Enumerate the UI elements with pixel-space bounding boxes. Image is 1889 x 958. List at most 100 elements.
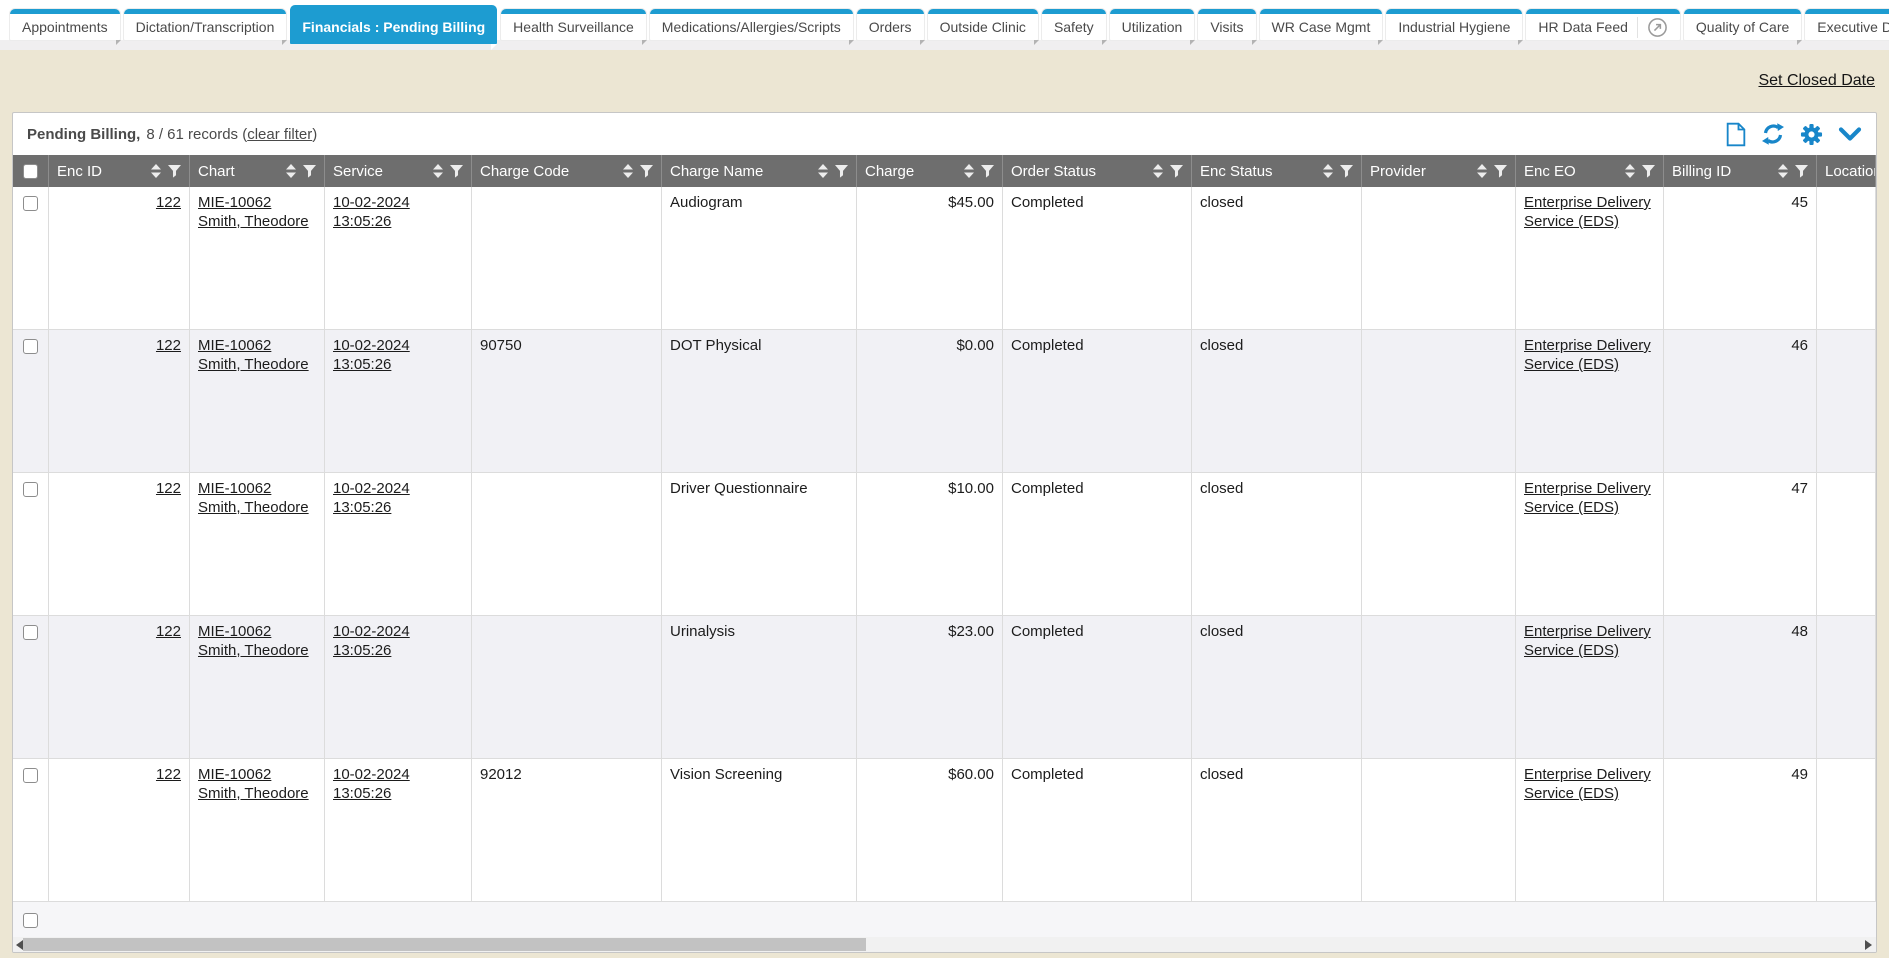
- enc-eo-link[interactable]: Enterprise Delivery: [1524, 623, 1655, 642]
- service-time-link[interactable]: 13:05:26: [333, 642, 463, 661]
- scroll-left-arrow-icon[interactable]: [16, 940, 23, 950]
- sort-icon[interactable]: [1778, 164, 1788, 178]
- enc-eo-link[interactable]: Service (EDS): [1524, 356, 1655, 375]
- chart-name-link[interactable]: Smith, Theodore: [198, 785, 316, 804]
- tab-safety[interactable]: Safety: [1042, 9, 1106, 40]
- filter-icon[interactable]: [1494, 165, 1507, 178]
- tab-outside-clinic[interactable]: Outside Clinic: [928, 9, 1038, 40]
- filter-icon[interactable]: [640, 165, 653, 178]
- sort-icon[interactable]: [1153, 164, 1163, 178]
- sort-icon[interactable]: [433, 164, 443, 178]
- tab-quality-of-care[interactable]: Quality of Care: [1684, 9, 1801, 40]
- column-header-billing-id[interactable]: Billing ID: [1664, 155, 1817, 187]
- new-document-icon[interactable]: [1726, 122, 1746, 147]
- tab-medications-allergies-scripts[interactable]: Medications/Allergies/Scripts: [650, 9, 853, 40]
- horizontal-scrollbar[interactable]: [13, 937, 1876, 952]
- column-header-enc-eo[interactable]: Enc EO: [1516, 155, 1664, 187]
- enc-eo-link[interactable]: Service (EDS): [1524, 785, 1655, 804]
- chart-id-link[interactable]: MIE-10062: [198, 194, 316, 213]
- filter-icon[interactable]: [981, 165, 994, 178]
- column-header-charge[interactable]: Charge: [857, 155, 1003, 187]
- tab-utilization[interactable]: Utilization: [1110, 9, 1195, 40]
- chart-id-link[interactable]: MIE-10062: [198, 766, 316, 785]
- chart-name-link[interactable]: Smith, Theodore: [198, 213, 316, 232]
- chart-id-link[interactable]: MIE-10062: [198, 480, 316, 499]
- enc-eo-link[interactable]: Service (EDS): [1524, 499, 1655, 518]
- enc-eo-link[interactable]: Enterprise Delivery: [1524, 766, 1655, 785]
- enc-eo-link[interactable]: Enterprise Delivery: [1524, 194, 1655, 213]
- sort-icon[interactable]: [1323, 164, 1333, 178]
- service-date-link[interactable]: 10-02-2024: [333, 766, 463, 785]
- refresh-icon[interactable]: [1761, 122, 1785, 146]
- set-closed-date-link[interactable]: Set Closed Date: [1758, 72, 1875, 90]
- column-header-enc-id[interactable]: Enc ID: [49, 155, 190, 187]
- tab-financials-pending-billing[interactable]: Financials : Pending Billing: [290, 5, 497, 44]
- enc-id-link[interactable]: 122: [156, 766, 181, 783]
- sort-icon[interactable]: [151, 164, 161, 178]
- filter-icon[interactable]: [1170, 165, 1183, 178]
- enc-id-link[interactable]: 122: [156, 194, 181, 211]
- filter-icon[interactable]: [1795, 165, 1808, 178]
- row-checkbox[interactable]: [23, 339, 38, 354]
- enc-eo-link[interactable]: Service (EDS): [1524, 213, 1655, 232]
- chart-id-link[interactable]: MIE-10062: [198, 623, 316, 642]
- select-all-checkbox[interactable]: [23, 164, 38, 179]
- tab-hr-data-feed[interactable]: HR Data Feed: [1526, 9, 1679, 40]
- column-header-location[interactable]: Location: [1817, 155, 1876, 187]
- service-time-link[interactable]: 13:05:26: [333, 213, 463, 232]
- chart-name-link[interactable]: Smith, Theodore: [198, 356, 316, 375]
- tab-health-surveillance[interactable]: Health Surveillance: [501, 9, 646, 40]
- service-time-link[interactable]: 13:05:26: [333, 499, 463, 518]
- column-header-charge-name[interactable]: Charge Name: [662, 155, 857, 187]
- service-date-link[interactable]: 10-02-2024: [333, 337, 463, 356]
- filter-icon[interactable]: [1642, 165, 1655, 178]
- service-date-link[interactable]: 10-02-2024: [333, 194, 463, 213]
- tab-visits[interactable]: Visits: [1198, 9, 1255, 40]
- filter-icon[interactable]: [303, 165, 316, 178]
- enc-id-link[interactable]: 122: [156, 337, 181, 354]
- scroll-right-arrow-icon[interactable]: [1865, 940, 1872, 950]
- filter-icon[interactable]: [168, 165, 181, 178]
- tab-appointments[interactable]: Appointments: [10, 9, 120, 40]
- tab-executive-das[interactable]: Executive Das: [1805, 9, 1889, 40]
- sort-icon[interactable]: [623, 164, 633, 178]
- sort-icon[interactable]: [1625, 164, 1635, 178]
- column-header-service[interactable]: Service: [325, 155, 472, 187]
- service-date-link[interactable]: 10-02-2024: [333, 623, 463, 642]
- row-checkbox[interactable]: [23, 482, 38, 497]
- row-checkbox[interactable]: [23, 768, 38, 783]
- filter-icon[interactable]: [450, 165, 463, 178]
- column-header-chart[interactable]: Chart: [190, 155, 325, 187]
- column-header-charge-code[interactable]: Charge Code: [472, 155, 662, 187]
- filter-icon[interactable]: [1340, 165, 1353, 178]
- scrollbar-thumb[interactable]: [23, 938, 866, 951]
- enc-eo-link[interactable]: Enterprise Delivery: [1524, 337, 1655, 356]
- service-time-link[interactable]: 13:05:26: [333, 356, 463, 375]
- sort-icon[interactable]: [1477, 164, 1487, 178]
- service-time-link[interactable]: 13:05:26: [333, 785, 463, 804]
- sort-icon[interactable]: [286, 164, 296, 178]
- sort-icon[interactable]: [964, 164, 974, 178]
- gear-icon[interactable]: [1800, 123, 1823, 146]
- tab-orders[interactable]: Orders: [857, 9, 924, 40]
- row-checkbox[interactable]: [23, 196, 38, 211]
- column-header-enc-status[interactable]: Enc Status: [1192, 155, 1362, 187]
- enc-id-link[interactable]: 122: [156, 480, 181, 497]
- row-checkbox[interactable]: [23, 625, 38, 640]
- footer-checkbox[interactable]: [23, 913, 38, 928]
- sort-icon[interactable]: [818, 164, 828, 178]
- clear-filter-link[interactable]: clear filter: [247, 126, 312, 143]
- service-date-link[interactable]: 10-02-2024: [333, 480, 463, 499]
- chart-id-link[interactable]: MIE-10062: [198, 337, 316, 356]
- column-header-provider[interactable]: Provider: [1362, 155, 1516, 187]
- chart-name-link[interactable]: Smith, Theodore: [198, 499, 316, 518]
- column-header-order-status[interactable]: Order Status: [1003, 155, 1192, 187]
- tab-industrial-hygiene[interactable]: Industrial Hygiene: [1386, 9, 1522, 40]
- enc-eo-link[interactable]: Enterprise Delivery: [1524, 480, 1655, 499]
- tab-wr-case-mgmt[interactable]: WR Case Mgmt: [1260, 9, 1383, 40]
- enc-id-link[interactable]: 122: [156, 623, 181, 640]
- enc-eo-link[interactable]: Service (EDS): [1524, 642, 1655, 661]
- filter-icon[interactable]: [835, 165, 848, 178]
- tab-dictation-transcription[interactable]: Dictation/Transcription: [124, 9, 287, 40]
- chevron-down-icon[interactable]: [1838, 127, 1862, 142]
